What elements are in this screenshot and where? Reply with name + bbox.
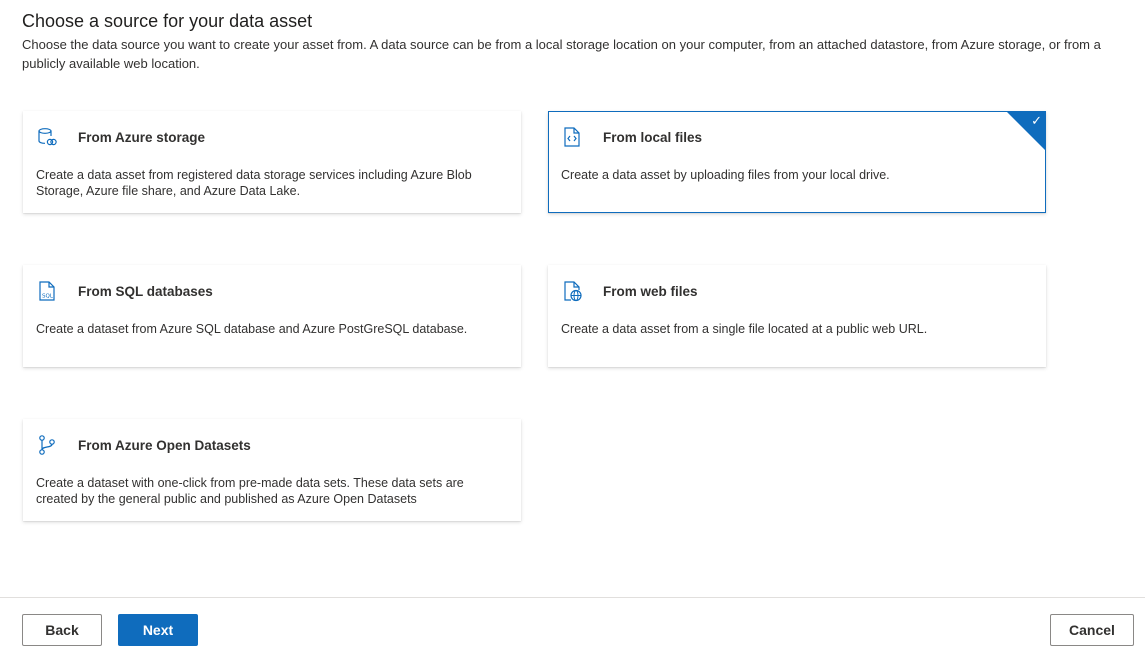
- next-button[interactable]: Next: [118, 614, 198, 646]
- card-header: From Azure storage: [35, 125, 205, 149]
- storage-icon: [35, 125, 59, 149]
- svg-text:SQL: SQL: [42, 294, 54, 300]
- card-header: From local files: [560, 125, 702, 149]
- page-title: Choose a source for your data asset: [22, 11, 313, 31]
- card-title: From SQL databases: [78, 283, 213, 299]
- card-description: Create a data asset from a single file l…: [561, 322, 928, 336]
- source-card-azure-storage[interactable]: From Azure storage Create a data asset f…: [23, 111, 521, 213]
- checkmark-icon: ✓: [1031, 114, 1042, 129]
- back-button[interactable]: Back: [22, 614, 102, 646]
- card-header: From Azure Open Datasets: [35, 433, 251, 457]
- header: Choose a source for your data asset Choo…: [22, 8, 1132, 73]
- card-description: Create a data asset from registered data…: [36, 168, 472, 198]
- code-file-icon: [560, 125, 584, 149]
- source-card-local-files[interactable]: From local files Create a data asset by …: [548, 111, 1046, 213]
- source-card-web-files[interactable]: From web files Create a data asset from …: [548, 265, 1046, 367]
- cancel-button[interactable]: Cancel: [1050, 614, 1134, 646]
- footer-divider: [0, 597, 1145, 598]
- card-title: From web files: [603, 283, 698, 299]
- page-description: Choose the data source you want to creat…: [22, 37, 1101, 71]
- card-title: From local files: [603, 129, 703, 145]
- source-card-open-datasets[interactable]: From Azure Open Datasets Create a datase…: [23, 419, 521, 521]
- card-title: From Azure Open Datasets: [78, 437, 251, 453]
- branch-icon: [35, 433, 59, 457]
- source-card-sql-databases[interactable]: SQL From SQL databases Create a dataset …: [23, 265, 521, 367]
- web-file-icon: [560, 279, 584, 303]
- card-description: Create a dataset with one-click from pre…: [36, 476, 464, 506]
- choose-source-page: Choose a source for your data asset Choo…: [0, 0, 1145, 654]
- card-description: Create a data asset by uploading files f…: [561, 168, 890, 182]
- card-title: From Azure storage: [78, 129, 206, 145]
- sql-file-icon: SQL: [35, 279, 59, 303]
- card-header: SQL From SQL databases: [35, 279, 213, 303]
- card-header: From web files: [560, 279, 698, 303]
- card-description: Create a dataset from Azure SQL database…: [36, 322, 468, 336]
